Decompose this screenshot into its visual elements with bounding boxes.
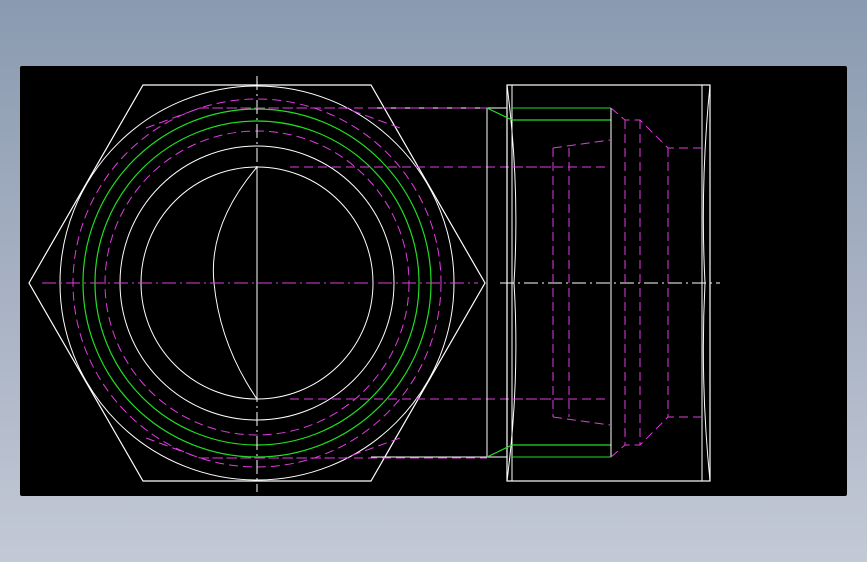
cad-drawing-canvas	[20, 66, 847, 496]
front-view	[28, 76, 486, 492]
technical-drawing	[28, 76, 720, 492]
side-view	[486, 84, 720, 482]
